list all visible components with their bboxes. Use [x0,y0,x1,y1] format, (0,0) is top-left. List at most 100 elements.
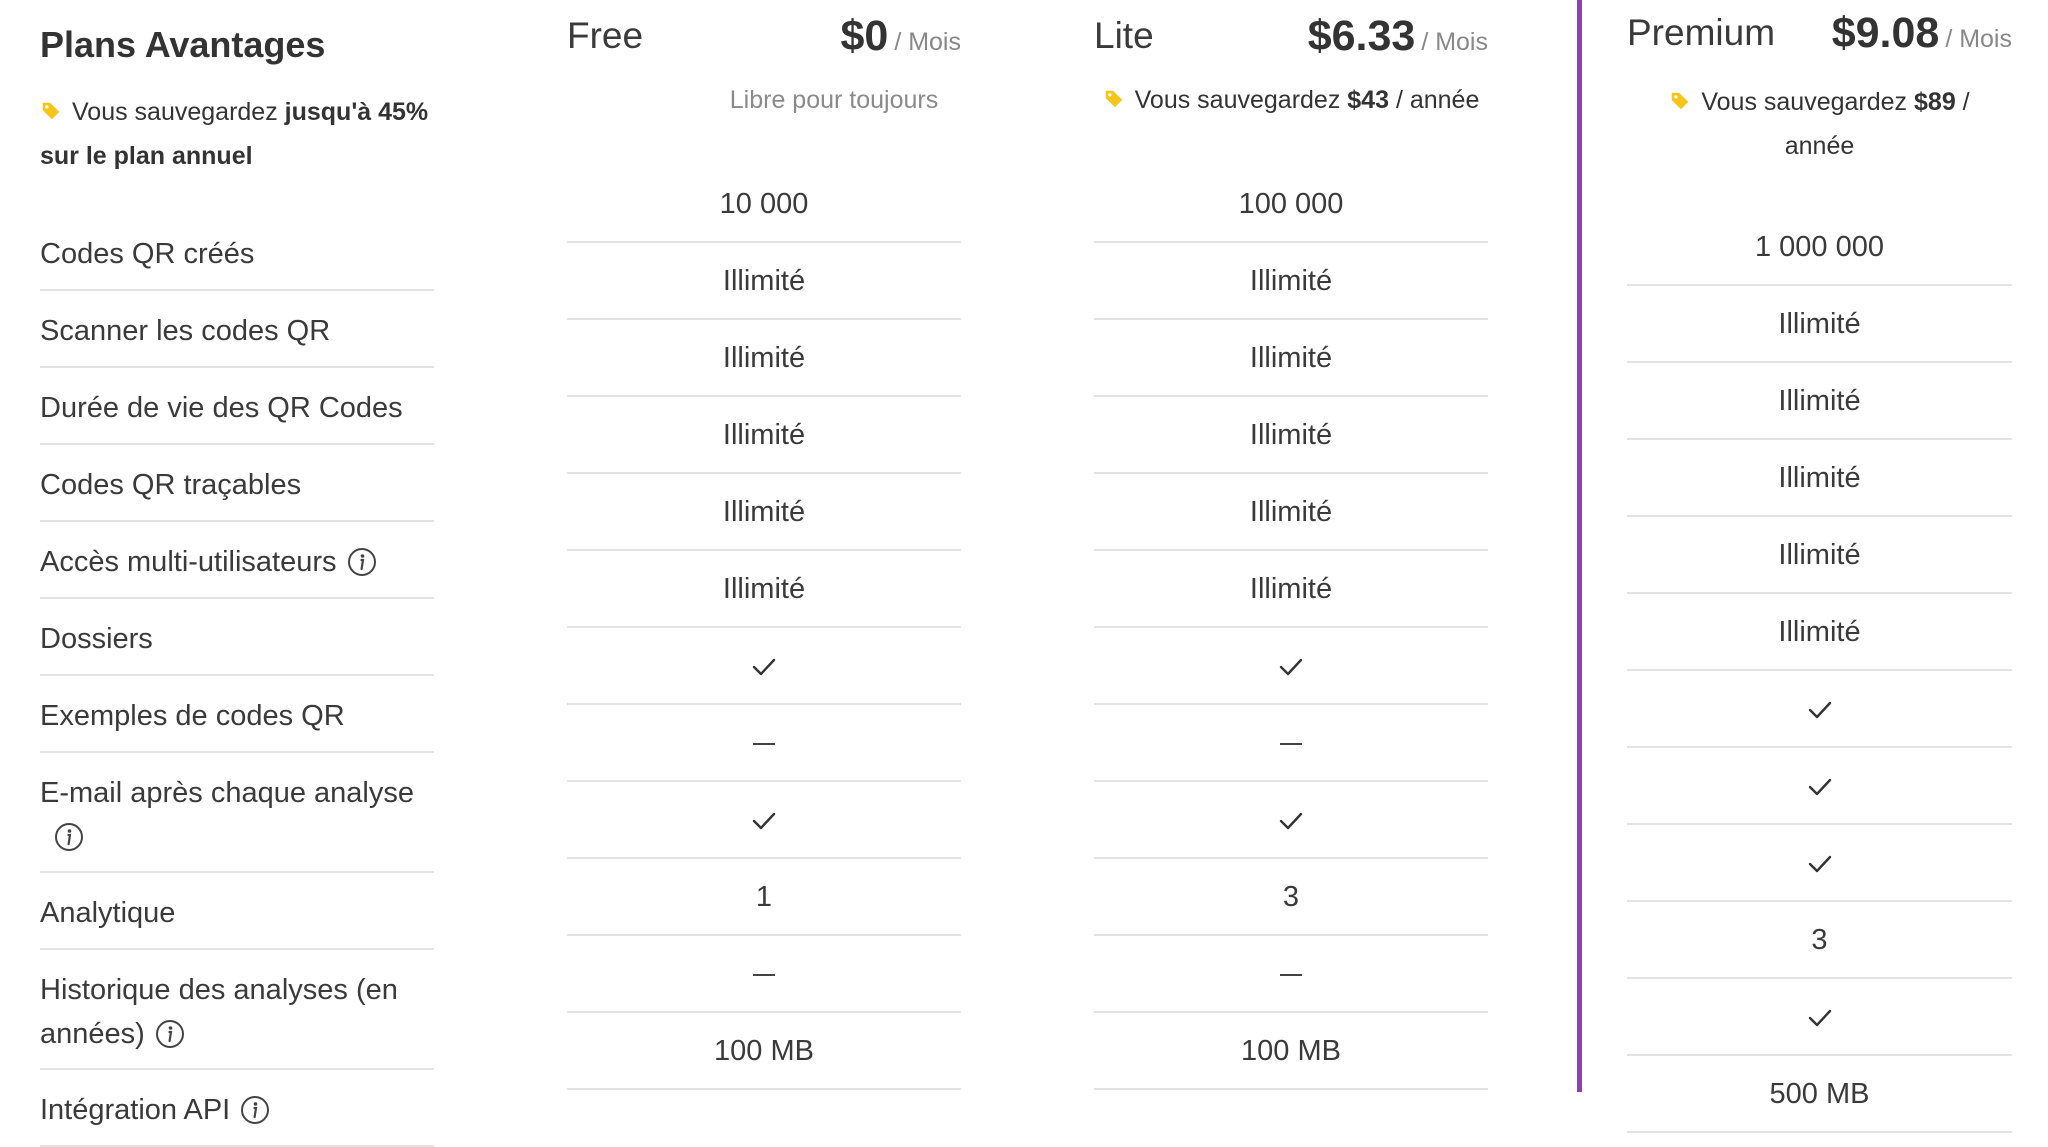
check-cell [1627,997,2012,1037]
feature-row: Durée de vie des QR Codes [40,368,434,445]
feature-list: Codes QR créés Scanner les codes QR Duré… [40,214,434,1147]
feature-row: E-mail après chaque analyse [40,753,434,873]
plan-price: $9.08/ Mois [1832,9,2012,58]
plan-value-cell: Illimité [567,474,961,551]
plan-value-cell: Illimité [567,243,961,320]
plan-value-cell: 1 000 000 [1627,209,2012,286]
plan-value: 100 MB [714,1034,814,1067]
plan-note: Vous sauvegardez $43 / année [1094,86,1488,115]
check-icon [1808,1009,1831,1027]
plan-value-cell: 100 000 [1094,166,1488,243]
tag-icon [1105,90,1122,108]
feature-label-wrap: E-mail après chaque analyse [40,771,434,859]
info-icon[interactable] [155,1019,185,1049]
price-amount: $6.33 [1307,12,1416,60]
feature-label: E-mail après chaque analyse [40,777,414,809]
plan-value-cell: Illimité [1094,551,1488,628]
plan-note: Vous sauvegardez $89 / année [1627,80,2012,168]
plan-value: Illimité [1249,264,1333,297]
feature-label-wrap: Historique des analyses (en années) [40,968,434,1056]
premium-highlight-border [1577,0,1582,1092]
check-cell [567,800,961,840]
plan-value: Illimité [722,572,806,605]
feature-row: Dossiers [40,599,434,676]
price-period: / Mois [1421,28,1488,56]
plan-value-cell: Illimité [1627,440,2012,517]
check-icon [1808,778,1831,796]
info-icon[interactable] [240,1095,270,1125]
plan-value: 1 [755,880,773,913]
plan-value: Illimité [1249,572,1333,605]
plan-value-cell: Illimité [567,551,961,628]
plan-value-cell [567,628,961,705]
plan-values: 1 000 000 Illimité Illimité Illimité Illimit… [1627,209,2012,1133]
check-cell [567,646,961,686]
plan-note-prefix: Vous sauvegardez [1134,86,1348,114]
plan-value-cell [1094,628,1488,705]
price-period: / Mois [1945,25,2012,53]
feature-row: Scanner les codes QR [40,291,434,368]
plan-value: 10 000 [719,187,809,220]
feature-label: Exemples de codes QR [40,700,345,732]
plan-value-cell: 3 [1627,902,2012,979]
benefits-savings-prefix: Vous sauvegardez [72,98,285,126]
plan-note-bold: $89 [1914,88,1956,116]
benefits-title: Plans Avantages [40,24,326,65]
plan-values: 10 000 Illimité Illimité Illimité Illimité Il… [567,166,961,1090]
dash-icon [1280,742,1302,745]
plan-value: Illimité [1778,461,1861,494]
info-icon[interactable] [54,822,84,852]
feature-label: Scanner les codes QR [40,315,331,347]
plan-value-cell: Illimité [567,320,961,397]
plan-value: 100 MB [1241,1034,1341,1067]
feature-row: Accès multi-utilisateurs [40,522,434,599]
plan-value-cell: Illimité [1094,243,1488,320]
feature-label: Codes QR créés [40,238,255,270]
feature-row: Analytique [40,873,434,950]
feature-label: Codes QR traçables [40,469,302,501]
price-period: / Mois [894,28,961,56]
feature-label: Intégration API [40,1094,231,1126]
plan-value: 500 MB [1769,1077,1870,1110]
plan-note-prefix: Vous sauvegardez [1701,88,1915,116]
check-icon [1808,855,1831,873]
plan-value-cell: 3 [1094,859,1488,936]
plan-value-cell [567,936,961,1013]
price-amount: $9.08 [1831,9,1940,57]
plan-value-cell [567,782,961,859]
plan-value-cell [1627,825,2012,902]
info-icon[interactable] [347,547,377,577]
check-icon [1808,701,1831,719]
plan-value: Illimité [1778,384,1861,417]
plan-value-cell: Illimité [1094,474,1488,551]
plan-value-cell [1094,782,1488,859]
check-cell [1627,766,2012,806]
check-cell [1627,843,2012,883]
tag-icon [1672,92,1689,110]
dash-cell [567,954,961,994]
plan-value: 1 000 000 [1754,230,1884,263]
dash-icon [753,742,775,745]
plan-note: Libre pour toujours [729,86,939,114]
plan-value: Illimité [722,418,806,451]
plan-note-bold: $43 [1347,86,1389,114]
plan-value-cell: 500 MB [1627,1056,2012,1133]
dash-cell [1094,954,1488,994]
feature-label-wrap: Accès multi-utilisateurs [40,540,434,584]
check-icon [752,658,776,676]
plan-value: 3 [1811,923,1828,956]
plan-value-cell: Illimité [1627,517,2012,594]
plan-value: Illimité [722,264,806,297]
plan-value-cell [1627,671,2012,748]
plan-value: Illimité [722,341,806,374]
check-cell [1627,689,2012,729]
plan-value: Illimité [1778,307,1861,340]
plan-value: 100 000 [1238,187,1344,220]
plan-values: 100 000 Illimité Illimité Illimité Illimité I… [1094,166,1488,1090]
feature-label: Analytique [40,897,176,929]
check-cell [1094,646,1488,686]
plan-value: 3 [1282,880,1300,913]
feature-label: Durée de vie des QR Codes [40,392,403,424]
benefits-savings: Vous sauvegardez jusqu'à 45% sur le plan… [40,90,434,178]
dash-icon [753,973,775,976]
